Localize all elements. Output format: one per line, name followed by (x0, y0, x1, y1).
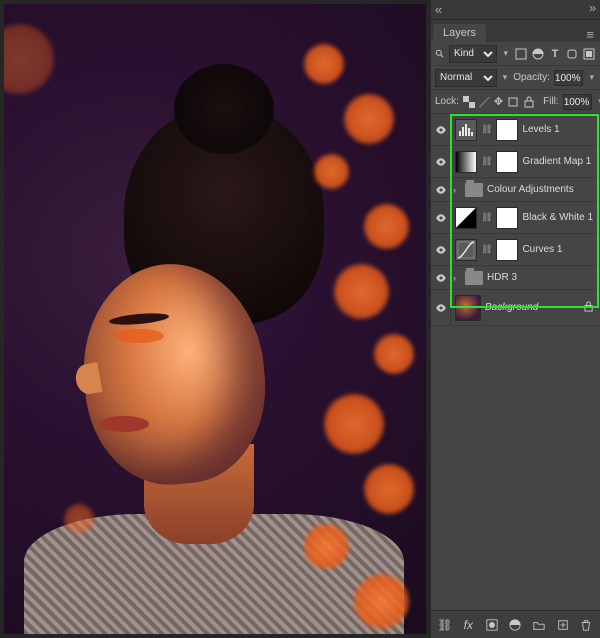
layer-name[interactable]: Black & White 1 (522, 212, 593, 223)
folder-icon (465, 271, 483, 285)
opacity-value[interactable]: 100% (554, 70, 584, 86)
chevron-down-icon: ▾ (501, 72, 510, 83)
chevron-down-icon: ▾ (501, 48, 510, 59)
visibility-toggle[interactable] (431, 234, 451, 265)
visibility-toggle[interactable] (431, 266, 451, 289)
new-group-icon[interactable] (531, 617, 547, 633)
panel-footer: ⛓ fx (431, 610, 600, 638)
layer-mask-thumbnail[interactable] (496, 151, 518, 173)
layer-name[interactable]: Background (485, 302, 538, 313)
opacity-label: Opacity: (513, 72, 550, 83)
link-icon: ⛓ (481, 124, 492, 135)
new-adjustment-icon[interactable] (508, 617, 524, 633)
gradient-map-icon (455, 151, 477, 173)
visibility-toggle[interactable] (431, 290, 451, 325)
filter-adjustment-icon[interactable] (531, 47, 545, 61)
layer-filter-row: Kind ▾ T (431, 42, 600, 66)
lock-position-icon[interactable]: ✥ (494, 95, 503, 109)
chevron-down-icon[interactable]: ▾ (596, 96, 600, 107)
chevron-down-icon[interactable]: ▾ (587, 72, 596, 83)
lock-label: Lock: (435, 96, 459, 107)
layer-thumbnail[interactable] (455, 295, 481, 321)
dock-left-icon[interactable]: « (435, 2, 442, 17)
layer-mask-thumbnail[interactable] (496, 207, 518, 229)
filter-type-icon[interactable]: T (548, 47, 562, 61)
layers-panel: « « Layers ≡ Kind ▾ T Normal ▾ Opacity: … (430, 0, 600, 638)
tab-layers[interactable]: Layers (433, 24, 486, 42)
eye-icon (435, 244, 447, 256)
fill-value[interactable]: 100% (563, 94, 593, 110)
panel-tabs: Layers ≡ (431, 20, 600, 42)
layer-mask-thumbnail[interactable] (496, 239, 518, 261)
layer-row[interactable]: Background (431, 290, 600, 326)
dock-right-icon[interactable]: « (589, 2, 596, 17)
visibility-toggle[interactable] (431, 202, 451, 233)
search-icon (435, 48, 445, 60)
curves-icon (455, 239, 477, 261)
layer-name[interactable]: Colour Adjustments (487, 184, 574, 195)
visibility-toggle[interactable] (431, 178, 451, 201)
lock-icon[interactable] (583, 301, 594, 315)
eye-icon (435, 156, 447, 168)
layer-row[interactable]: ⛓ Curves 1 (431, 234, 600, 266)
filter-smart-icon[interactable] (582, 47, 596, 61)
eye-icon (435, 184, 447, 196)
link-icon: ⛓ (481, 156, 492, 167)
filter-pixel-icon[interactable] (514, 47, 528, 61)
fill-label: Fill: (543, 96, 559, 107)
visibility-toggle[interactable] (431, 114, 451, 145)
black-white-icon (455, 207, 477, 229)
lock-transparency-icon[interactable] (463, 95, 475, 109)
filter-kind-select[interactable]: Kind (449, 45, 498, 63)
eye-icon (435, 212, 447, 224)
panel-menu-icon[interactable]: ≡ (580, 27, 600, 42)
layer-row[interactable]: ⛓ Levels 1 (431, 114, 600, 146)
lock-all-icon[interactable] (523, 95, 535, 109)
filter-shape-icon[interactable] (565, 47, 579, 61)
canvas-image (4, 4, 426, 634)
lock-artboard-icon[interactable] (507, 95, 519, 109)
blend-row: Normal ▾ Opacity: 100% ▾ (431, 66, 600, 90)
levels-icon (455, 119, 477, 141)
layer-row[interactable]: ⛓ Gradient Map 1 (431, 146, 600, 178)
visibility-toggle[interactable] (431, 146, 451, 177)
delete-layer-icon[interactable] (578, 617, 594, 633)
disclosure-icon[interactable]: › (453, 273, 461, 283)
layers-list: ⛓ Levels 1 ⛓ Gradient Map 1 › (431, 114, 600, 610)
link-icon: ⛓ (481, 244, 492, 255)
document-canvas[interactable] (0, 0, 430, 638)
lock-paint-icon[interactable]: ／ (479, 95, 490, 109)
eye-icon (435, 302, 447, 314)
layer-name[interactable]: Gradient Map 1 (522, 156, 591, 167)
link-layers-icon[interactable]: ⛓ (437, 617, 453, 633)
layer-name[interactable]: Levels 1 (522, 124, 559, 135)
layer-row[interactable]: ⛓ Black & White 1 (431, 202, 600, 234)
eye-icon (435, 272, 447, 284)
lock-row: Lock: ／ ✥ Fill: 100% ▾ (431, 90, 600, 114)
layer-mask-thumbnail[interactable] (496, 119, 518, 141)
disclosure-icon[interactable]: › (453, 185, 461, 195)
layer-group-row[interactable]: › HDR 3 (431, 266, 600, 290)
layer-name[interactable]: HDR 3 (487, 272, 517, 283)
folder-icon (465, 183, 483, 197)
add-mask-icon[interactable] (484, 617, 500, 633)
layer-fx-icon[interactable]: fx (461, 617, 477, 633)
new-layer-icon[interactable] (555, 617, 571, 633)
blend-mode-select[interactable]: Normal (435, 69, 497, 87)
layer-name[interactable]: Curves 1 (522, 244, 562, 255)
eye-icon (435, 124, 447, 136)
panel-window-header: « « (431, 0, 600, 20)
link-icon: ⛓ (481, 212, 492, 223)
layer-group-row[interactable]: › Colour Adjustments (431, 178, 600, 202)
